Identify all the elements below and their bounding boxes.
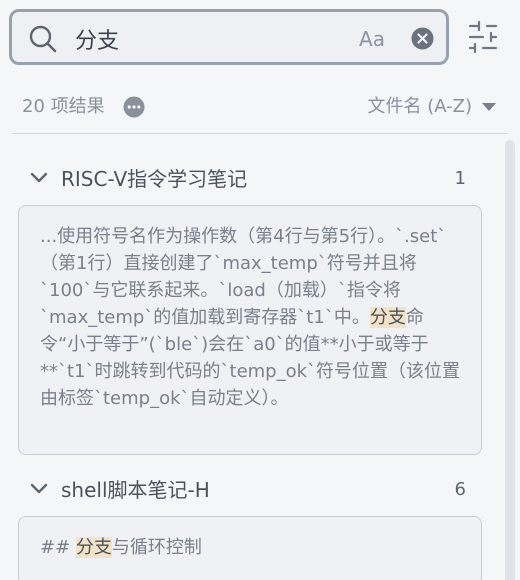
match-highlight: 分支 <box>369 307 406 328</box>
match-case-icon[interactable]: Aa <box>357 26 387 52</box>
group-match-count: 6 <box>454 479 466 500</box>
snippet-text: ## <box>40 537 76 558</box>
divider <box>12 133 508 134</box>
sort-dropdown[interactable]: 文件名 (A-Z) <box>367 94 496 120</box>
result-group-header[interactable]: RISC-V指令学习笔记 1 <box>0 164 500 194</box>
match-highlight: 分支 <box>75 537 112 558</box>
group-title: shell脚本笔记-H <box>61 478 210 502</box>
results-count: 20 项结果 <box>22 96 105 117</box>
sort-label: 文件名 (A-Z) <box>367 96 472 117</box>
more-options-icon[interactable] <box>123 96 145 118</box>
search-box[interactable]: Aa <box>9 9 449 65</box>
snippet-text: 与循环控制 <box>111 537 202 558</box>
chevron-down-icon <box>30 172 48 183</box>
filter-settings-icon[interactable] <box>468 21 498 53</box>
results-summary: 20 项结果 <box>22 94 145 120</box>
search-result-snippet[interactable]: ...使用符号名作为操作数（第4行与第5行）。`.set`（第1行）直接创建了`… <box>18 205 482 455</box>
group-match-count: 1 <box>454 168 466 189</box>
scrollbar[interactable] <box>505 140 515 580</box>
sort-caret-icon <box>482 103 496 111</box>
group-title: RISC-V指令学习笔记 <box>61 167 248 191</box>
search-result-snippet[interactable]: ## 分支与循环控制 <box>18 516 482 580</box>
clear-icon[interactable] <box>411 27 434 50</box>
search-panel: Aa 20 项结果 文件名 (A-Z) <box>0 0 520 580</box>
search-icon <box>29 25 57 53</box>
result-group-header[interactable]: shell脚本笔记-H 6 <box>0 475 500 505</box>
search-input[interactable] <box>75 24 345 54</box>
chevron-down-icon <box>30 483 48 494</box>
